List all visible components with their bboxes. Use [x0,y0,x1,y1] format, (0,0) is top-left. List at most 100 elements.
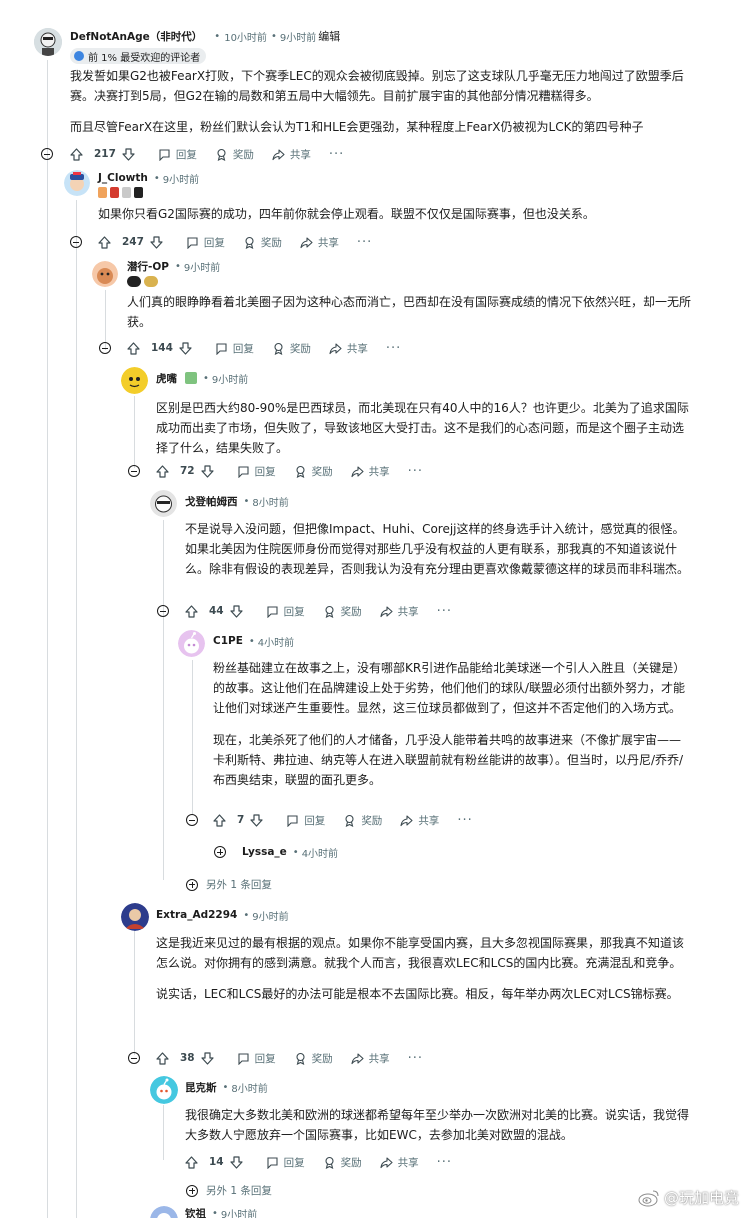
downvote-icon[interactable] [150,235,163,249]
downvote-icon[interactable] [230,604,243,618]
author-name[interactable]: 潜行-OP [127,259,169,274]
author-name[interactable]: Lyssa_e [242,846,287,858]
award-button[interactable]: 奖励 [343,813,382,828]
timestamp: 9小时前 [220,1209,258,1218]
meta-separator: • [243,495,250,507]
upvote-icon[interactable] [156,1051,169,1065]
share-button[interactable]: 共享 [300,235,339,250]
comment-header: 虎嘴 • 9小时前 [156,368,248,388]
share-button[interactable]: 共享 [400,813,439,828]
author-name[interactable]: 昆克斯 [185,1080,217,1095]
share-button[interactable]: 共享 [380,604,419,619]
more-replies-link[interactable]: 另外 1 条回复 [186,877,272,892]
expand-icon [186,1184,198,1197]
award-button[interactable]: 奖励 [323,604,362,619]
award-button[interactable]: 奖励 [323,1155,362,1170]
collapse-button[interactable] [128,465,140,477]
expand-button[interactable] [214,846,226,858]
author-name[interactable]: 钦祖 [185,1206,206,1218]
badge-icon [74,51,84,61]
author-name[interactable]: C1PE [213,635,243,647]
upvote-icon[interactable] [185,604,198,618]
more-options-button[interactable]: ··· [437,604,452,619]
comment-header: Lyssa_e • 4小时前 [242,842,338,862]
share-button[interactable]: 共享 [351,464,390,479]
upvote-icon[interactable] [70,147,83,161]
meta-separator: • [222,1081,229,1093]
downvote-icon[interactable] [201,1051,214,1065]
action-bar: 7 回复 奖励 共享 ··· [213,810,491,830]
comment-body: 如果你只看G2国际赛的成功，四年前你就会停止观看。联盟不仅仅是国际赛事，但也没关… [98,207,595,221]
downvote-icon[interactable] [250,813,263,827]
award-icon [296,1052,305,1065]
share-button[interactable]: 共享 [272,147,311,162]
author-name[interactable]: 虎嘴 [156,371,177,386]
comment-body: 区别是巴西大约80-90%是巴西球员，而北美现在只有40人中的16人？也许更少。… [156,401,689,455]
comment-paragraph: 说实话，LEC和LCS最好的办法可能是根本不去国际比赛。相反，每年举办两次LEC… [156,987,679,1001]
more-options-button[interactable]: ··· [357,235,372,250]
collapse-button[interactable] [41,148,53,160]
share-button[interactable]: 共享 [351,1051,390,1066]
reply-button[interactable]: 回复 [266,1155,305,1170]
timestamp: 10小时前 [224,32,267,44]
collapse-button[interactable] [128,1052,140,1064]
comment-header: 钦祖 • 9小时前 [185,1203,257,1218]
more-options-button[interactable]: ··· [437,1155,452,1170]
collapse-button[interactable] [70,236,82,248]
avatar[interactable] [178,630,205,657]
author-name[interactable]: DefNotAnAge（非时代） [70,29,202,44]
reply-icon [287,814,298,827]
more-options-button[interactable]: ··· [329,147,344,162]
downvote-icon[interactable] [179,341,192,355]
avatar[interactable] [92,261,118,287]
avatar[interactable] [150,1206,178,1218]
collapse-button[interactable] [99,342,111,354]
comment-header: J_Clowth • 9小时前 [98,168,199,188]
share-icon [329,342,342,354]
more-replies-label: 另外 1 条回复 [206,1185,272,1197]
reply-button[interactable]: 回复 [266,604,305,619]
avatar[interactable] [121,367,148,394]
collapse-button[interactable] [186,814,198,826]
vote-group: 14 [185,1155,248,1169]
downvote-icon[interactable] [230,1155,243,1169]
award-button[interactable]: 奖励 [294,1051,333,1066]
action-bar: 144 回复 奖励 共享 ··· [127,338,419,358]
avatar[interactable] [34,28,62,56]
reply-button[interactable]: 回复 [186,235,225,250]
more-options-button[interactable]: ··· [408,464,423,479]
upvote-icon[interactable] [98,235,111,249]
avatar[interactable] [150,1076,178,1104]
award-icon [325,605,334,618]
reply-button[interactable]: 回复 [158,147,197,162]
share-button[interactable]: 共享 [329,341,368,356]
more-options-button[interactable]: ··· [386,341,401,356]
award-button[interactable]: 奖励 [272,341,311,356]
author-name[interactable]: 戈登帕姆西 [185,494,238,509]
more-options-button[interactable]: ··· [457,813,472,828]
collapse-button[interactable] [157,605,169,617]
award-button[interactable]: 奖励 [243,235,282,250]
reply-button[interactable]: 回复 [237,1051,276,1066]
meta-separator: • [270,30,277,42]
more-replies-link[interactable]: 另外 1 条回复 [186,1183,272,1198]
upvote-icon[interactable] [156,464,169,478]
author-name[interactable]: J_Clowth [98,172,148,184]
more-options-button[interactable]: ··· [408,1051,423,1066]
meta-separator: • [292,846,299,858]
avatar[interactable] [150,490,177,517]
reply-button[interactable]: 回复 [286,813,325,828]
reply-button[interactable]: 回复 [215,341,254,356]
author-name[interactable]: Extra_Ad2294 [156,909,237,921]
reply-button[interactable]: 回复 [237,464,276,479]
avatar[interactable] [121,903,149,931]
upvote-icon[interactable] [127,341,140,355]
upvote-icon[interactable] [213,813,226,827]
downvote-icon[interactable] [122,147,135,161]
upvote-icon[interactable] [185,1155,198,1169]
award-button[interactable]: 奖励 [294,464,333,479]
share-button[interactable]: 共享 [380,1155,419,1170]
downvote-icon[interactable] [201,464,214,478]
avatar[interactable] [64,170,90,196]
award-button[interactable]: 奖励 [215,147,254,162]
